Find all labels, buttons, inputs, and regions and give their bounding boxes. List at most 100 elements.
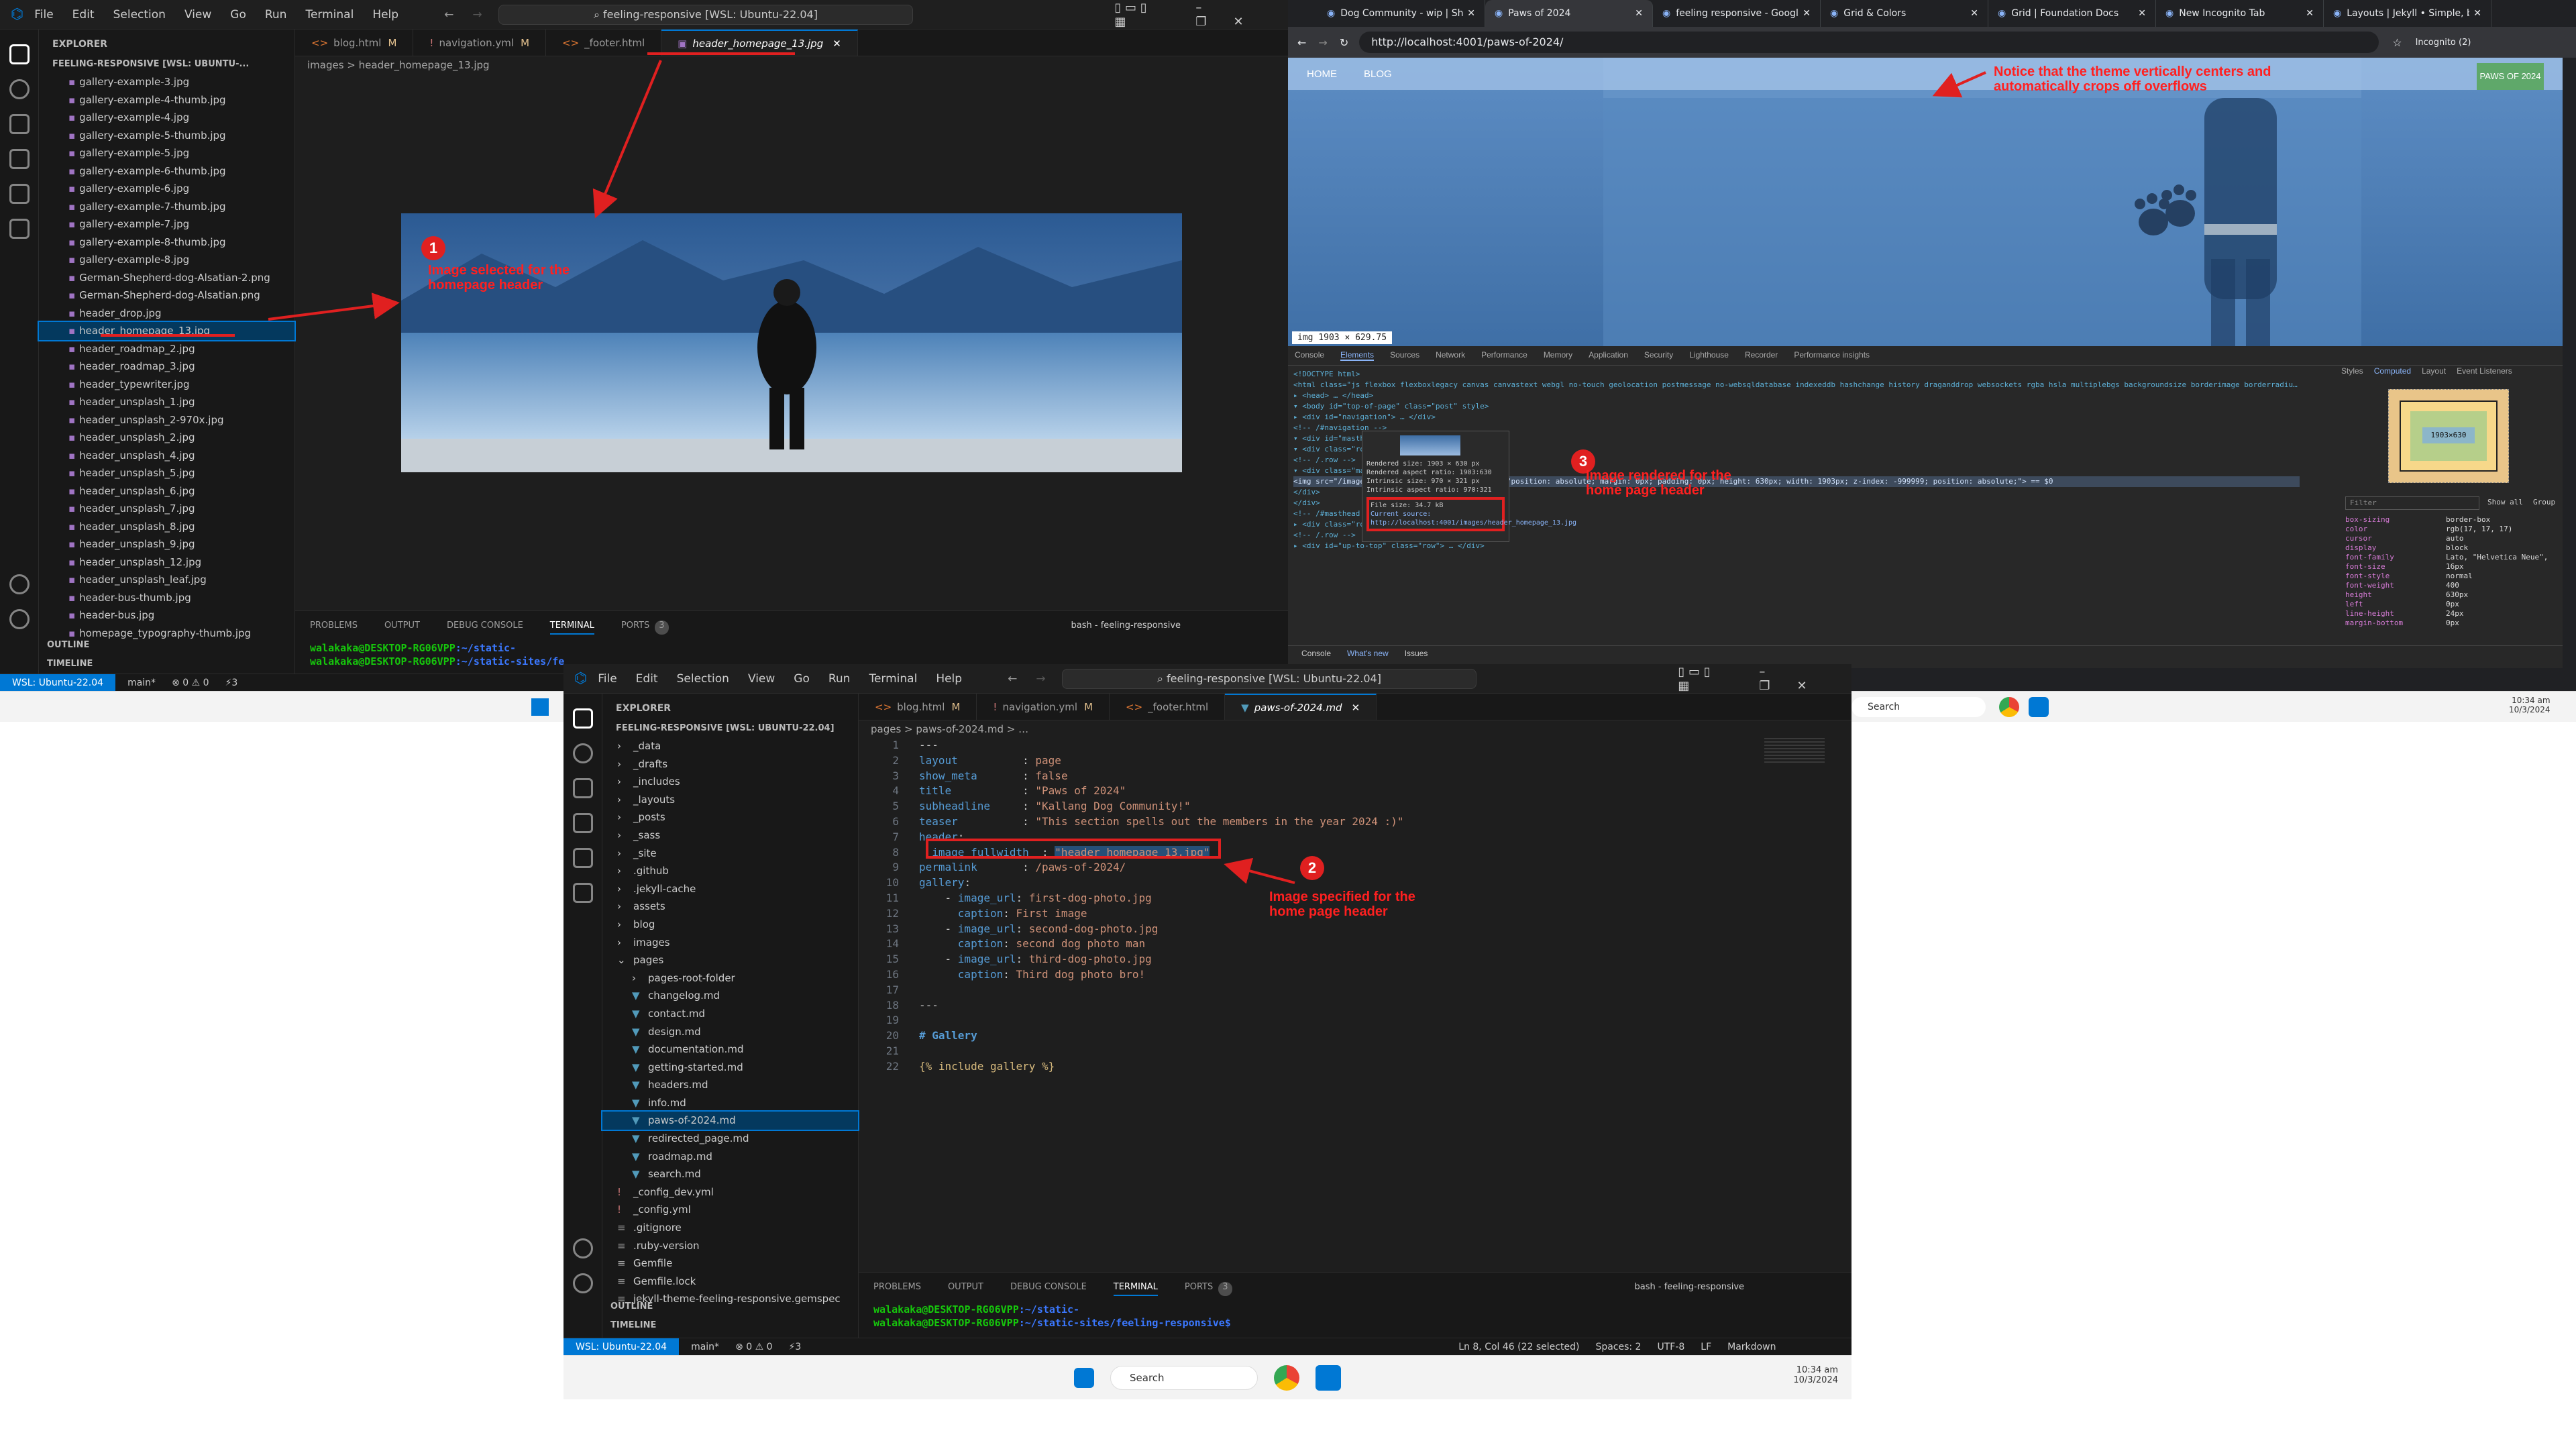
layout-icons[interactable]: ▯ ▭ ▯ ▦	[1114, 1, 1155, 29]
forward-arrow-icon[interactable]: →	[1036, 672, 1045, 686]
folder-item[interactable]: › _includes	[602, 773, 858, 791]
account-icon[interactable]	[9, 574, 30, 594]
file-item[interactable]: ▪ header_unsplash_9.jpg	[39, 535, 294, 553]
remote-explorer-icon[interactable]	[572, 883, 593, 903]
file-item[interactable]: ▼ paws-of-2024.md	[601, 1110, 859, 1132]
close-icon[interactable]: ✕	[833, 38, 841, 50]
devtools-tab[interactable]: Elements	[1340, 350, 1375, 361]
file-item[interactable]: ▪ header_unsplash_8.jpg	[39, 518, 294, 536]
tab-footer-html[interactable]: <> _footer.html	[546, 30, 662, 56]
file-item[interactable]: ▪ gallery-example-3.jpg	[39, 73, 294, 91]
account-icon[interactable]	[572, 1238, 593, 1258]
cursor-position[interactable]: Ln 8, Col 46 (22 selected)	[1458, 1342, 1579, 1352]
file-item[interactable]: ▪ header_unsplash_7.jpg	[39, 500, 294, 518]
indent-status[interactable]: Spaces: 2	[1595, 1342, 1641, 1352]
panel-tab-problems[interactable]: PROBLEMS	[873, 1282, 921, 1296]
tab-footer-html[interactable]: <> _footer.html	[1110, 694, 1226, 720]
menu-file[interactable]: File	[598, 672, 616, 686]
styles-tab[interactable]: Styles	[2341, 366, 2363, 376]
folder-item[interactable]: › images	[602, 934, 858, 952]
panel-tab-terminal[interactable]: TERMINAL	[1113, 1282, 1158, 1296]
back-arrow-icon[interactable]: ←	[1297, 36, 1306, 49]
address-bar[interactable]: http://localhost:4001/paws-of-2024/	[1359, 32, 2379, 53]
layout-icons[interactable]: ▯ ▭ ▯ ▦	[1678, 665, 1719, 693]
file-item[interactable]: ▪ header_homepage_13.jpg	[38, 321, 296, 341]
windows-start-icon[interactable]	[531, 698, 549, 716]
dom-node[interactable]: ▾ <body id="top-of-page" class="post" st…	[1293, 401, 2300, 412]
browser-tab[interactable]: ◉ Paws of 2024 ✕	[1485, 0, 1653, 27]
tab-header-homepage-13[interactable]: ▣ header_homepage_13.jpg ✕	[661, 30, 858, 56]
terminal-output[interactable]: walakaka@DESKTOP-RG06VPP:~/static- walak…	[859, 1296, 1851, 1336]
file-item[interactable]: ▪ gallery-example-6.jpg	[39, 180, 294, 198]
outline-section[interactable]: OUTLINE	[610, 1301, 653, 1311]
incognito-badge[interactable]: Incognito (2)	[2416, 38, 2471, 48]
back-arrow-icon[interactable]: ←	[1008, 672, 1017, 686]
file-item[interactable]: ! _config.yml	[602, 1201, 858, 1219]
search-icon[interactable]	[572, 743, 593, 763]
remote-indicator[interactable]: WSL: Ubuntu-22.04	[564, 1338, 680, 1355]
file-item[interactable]: ▪ gallery-example-4.jpg	[39, 109, 294, 127]
file-item[interactable]: ▪ header_unsplash_4.jpg	[39, 447, 294, 465]
folder-item[interactable]: ⌄ pages	[602, 951, 858, 969]
file-item[interactable]: ▼ contact.md	[602, 1005, 858, 1023]
menu-selection[interactable]: Selection	[113, 8, 166, 21]
ports-status[interactable]: ⚡3	[225, 678, 238, 688]
styles-tab[interactable]: Layout	[2422, 366, 2446, 376]
folder-item[interactable]: › _site	[602, 845, 858, 863]
encoding-status[interactable]: UTF-8	[1657, 1342, 1684, 1352]
dom-node[interactable]: <!DOCTYPE html>	[1293, 369, 2300, 380]
file-item[interactable]: ▪ gallery-example-7.jpg	[39, 215, 294, 233]
workspace-title[interactable]: FEELING-RESPONSIVE [WSL: UBUNTU-...	[39, 56, 294, 72]
computed-property[interactable]: left 0px	[2345, 600, 2560, 609]
dom-node[interactable]: ▸ <head> … </head>	[1293, 390, 2300, 401]
computed-property[interactable]: line-height 24px	[2345, 609, 2560, 619]
menu-go[interactable]: Go	[794, 672, 810, 686]
command-center[interactable]: ⌕ feeling-responsive [WSL: Ubuntu-22.04]	[1061, 668, 1477, 689]
styles-tab[interactable]: Event Listeners	[2457, 366, 2512, 376]
files-icon[interactable]	[9, 44, 30, 64]
tab-navigation-yml[interactable]: ! navigation.yml M	[977, 694, 1110, 720]
drawer-tab-issues[interactable]: Issues	[1405, 649, 1428, 658]
folder-item[interactable]: › blog	[602, 916, 858, 934]
devtools-tab[interactable]: Lighthouse	[1689, 350, 1729, 361]
file-item[interactable]: ▪ header_unsplash_1.jpg	[39, 393, 294, 411]
tab-blog-html[interactable]: <> blog.html M	[859, 694, 977, 720]
outline-section[interactable]: OUTLINE	[47, 640, 89, 650]
menu-view[interactable]: View	[748, 672, 775, 686]
computed-property[interactable]: color rgb(17, 17, 17)	[2345, 525, 2560, 534]
file-item[interactable]: ▪ header-bus-thumb.jpg	[39, 589, 294, 607]
tab-blog-html[interactable]: <> blog.html M	[295, 30, 414, 56]
browser-tab[interactable]: ◉ Grid | Foundation Docs ✕	[1988, 0, 2156, 27]
devtools-tab[interactable]: Memory	[1544, 350, 1572, 361]
source-control-icon[interactable]	[572, 778, 593, 798]
menu-terminal[interactable]: Terminal	[869, 672, 917, 686]
window-controls[interactable]: –❐✕	[1195, 1, 1288, 29]
window-controls[interactable]: –❐✕	[1759, 665, 1851, 693]
menu-run[interactable]: Run	[265, 8, 287, 21]
extensions-icon[interactable]	[572, 848, 593, 868]
menu-view[interactable]: View	[184, 8, 211, 21]
gear-icon[interactable]	[9, 609, 30, 629]
windows-start-icon[interactable]	[1074, 1367, 1094, 1388]
close-icon[interactable]: ✕	[1467, 8, 1475, 19]
file-item[interactable]: ! _config_dev.yml	[602, 1183, 858, 1201]
styles-tab[interactable]: Computed	[2374, 366, 2411, 376]
panel-tab-terminal[interactable]: TERMINAL	[549, 621, 594, 635]
devtools-tab[interactable]: Recorder	[1745, 350, 1778, 361]
computed-property[interactable]: font-size 16px	[2345, 562, 2560, 572]
file-item[interactable]: ▼ headers.md	[602, 1076, 858, 1094]
menu-help[interactable]: Help	[936, 672, 962, 686]
file-item[interactable]: ▪ header_unsplash_5.jpg	[39, 464, 294, 482]
panel-tab-output[interactable]: OUTPUT	[948, 1282, 983, 1296]
terminal-label[interactable]: bash - feeling-responsive	[1071, 621, 1181, 635]
dom-node[interactable]: ▸ <div id="up-to-top" class="row"> … </d…	[1293, 541, 2300, 551]
branch-status[interactable]: main*	[691, 1342, 719, 1352]
file-item[interactable]: ≡ .ruby-version	[602, 1237, 858, 1255]
folder-item[interactable]: › _layouts	[602, 791, 858, 809]
gear-icon[interactable]	[572, 1273, 593, 1293]
filter-input[interactable]: Filter	[2345, 496, 2479, 510]
extensions-icon[interactable]	[9, 184, 30, 204]
dom-node[interactable]: ▸ <div id="navigation"> … </div>	[1293, 412, 2300, 423]
folder-item[interactable]: › _sass	[602, 826, 858, 845]
close-icon[interactable]: ✕	[2306, 8, 2314, 19]
